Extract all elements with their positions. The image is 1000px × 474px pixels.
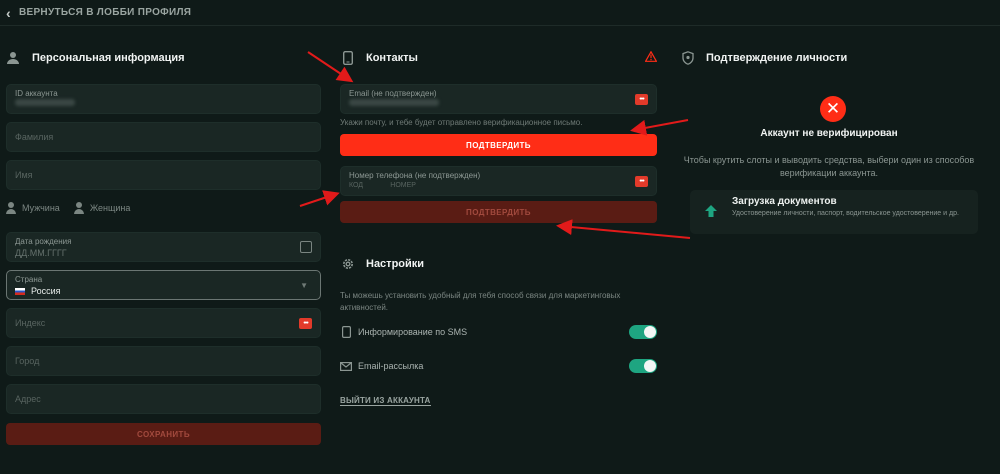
password-manager-icon[interactable]: ••• <box>299 318 312 329</box>
password-manager-icon[interactable]: ••• <box>635 176 648 187</box>
name-input[interactable]: Имя <box>6 160 321 190</box>
city-input[interactable]: Город <box>6 346 321 376</box>
not-verified-icon: ✕ <box>820 96 846 122</box>
gear-icon <box>340 256 356 272</box>
personal-info-header: Персональная информация <box>6 44 321 72</box>
settings-description: Ты можешь установить удобный для тебя сп… <box>340 291 621 312</box>
verification-header: Подтверждение личности <box>680 44 978 72</box>
contacts-header: Контакты <box>340 44 658 72</box>
email-setting-row: Email-рассылка <box>340 359 657 373</box>
personal-info-section: Персональная информация ID аккаунта Фами… <box>6 44 321 445</box>
confirm-phone-button[interactable]: ПОДТВЕРДИТЬ <box>340 201 657 223</box>
arrow-phone <box>299 190 340 207</box>
sms-phone-icon <box>340 326 352 338</box>
chevron-down-icon: ▼ <box>300 281 308 290</box>
email-value-blurred <box>349 99 439 106</box>
verification-description: Чтобы крутить слоты и выводить средства,… <box>683 155 975 178</box>
document-upload-option[interactable]: Загрузка документов Удостоверение личнос… <box>690 190 978 234</box>
logout-link[interactable]: ВЫЙТИ ИЗ АККАУНТА <box>340 396 431 406</box>
birthdate-input[interactable]: Дата рождения ДД.ММ.ГГГГ <box>6 232 321 262</box>
upload-icon <box>704 204 718 218</box>
gender-selector: Мужчина Женщина <box>6 202 130 214</box>
phone-input[interactable]: Номер телефона (не подтвержден) КОД НОМЕ… <box>340 166 657 196</box>
email-newsletter-toggle[interactable] <box>629 359 657 373</box>
verification-status: Аккаунт не верифицирован <box>760 128 898 139</box>
chevron-left-icon: ‹ <box>6 4 11 21</box>
male-icon <box>6 202 16 214</box>
calendar-icon[interactable] <box>300 241 312 253</box>
female-icon <box>73 202 84 214</box>
gender-female-option[interactable]: Женщина <box>73 202 130 214</box>
page-title: Персональная информация <box>32 52 185 64</box>
gender-male-option[interactable]: Мужчина <box>6 202 60 214</box>
warning-icon <box>644 50 658 65</box>
sms-toggle[interactable] <box>629 325 657 339</box>
shield-icon <box>680 50 696 66</box>
address-input[interactable]: Адрес <box>6 384 321 414</box>
settings-header: Настройки <box>340 250 657 278</box>
phone-icon <box>340 50 356 66</box>
arrow-confirm-phone <box>556 219 691 239</box>
confirm-email-button[interactable]: ПОДТВЕРДИТЬ <box>340 134 657 156</box>
save-button[interactable]: СОХРАНИТЬ <box>6 423 321 445</box>
account-id-field: ID аккаунта <box>6 84 321 114</box>
back-to-lobby-link[interactable]: ‹ ВЕРНУТЬСЯ В ЛОББИ ПРОФИЛЯ <box>0 0 1000 26</box>
sms-setting-row: Информирование по SMS <box>340 325 657 339</box>
surname-input[interactable]: Фамилия <box>6 122 321 152</box>
mail-icon <box>340 360 352 372</box>
email-hint: Укажи почту, и тебе будет отправлено вер… <box>340 118 583 127</box>
back-label: ВЕРНУТЬСЯ В ЛОББИ ПРОФИЛЯ <box>18 7 192 18</box>
password-manager-icon[interactable]: ••• <box>635 94 648 105</box>
user-lock-icon <box>6 50 22 66</box>
verification-section: Подтверждение личности ✕ Аккаунт не вери… <box>680 44 978 234</box>
russia-flag-icon <box>15 288 25 296</box>
email-input[interactable]: Email (не подтвержден) ••• <box>340 84 657 114</box>
country-select[interactable]: Страна Россия ▼ <box>6 270 321 300</box>
contacts-section: Контакты Email (не подтвержден) ••• Укаж… <box>340 44 658 406</box>
zip-input[interactable]: Индекс ••• <box>6 308 321 338</box>
account-id-value-blurred <box>15 99 75 106</box>
